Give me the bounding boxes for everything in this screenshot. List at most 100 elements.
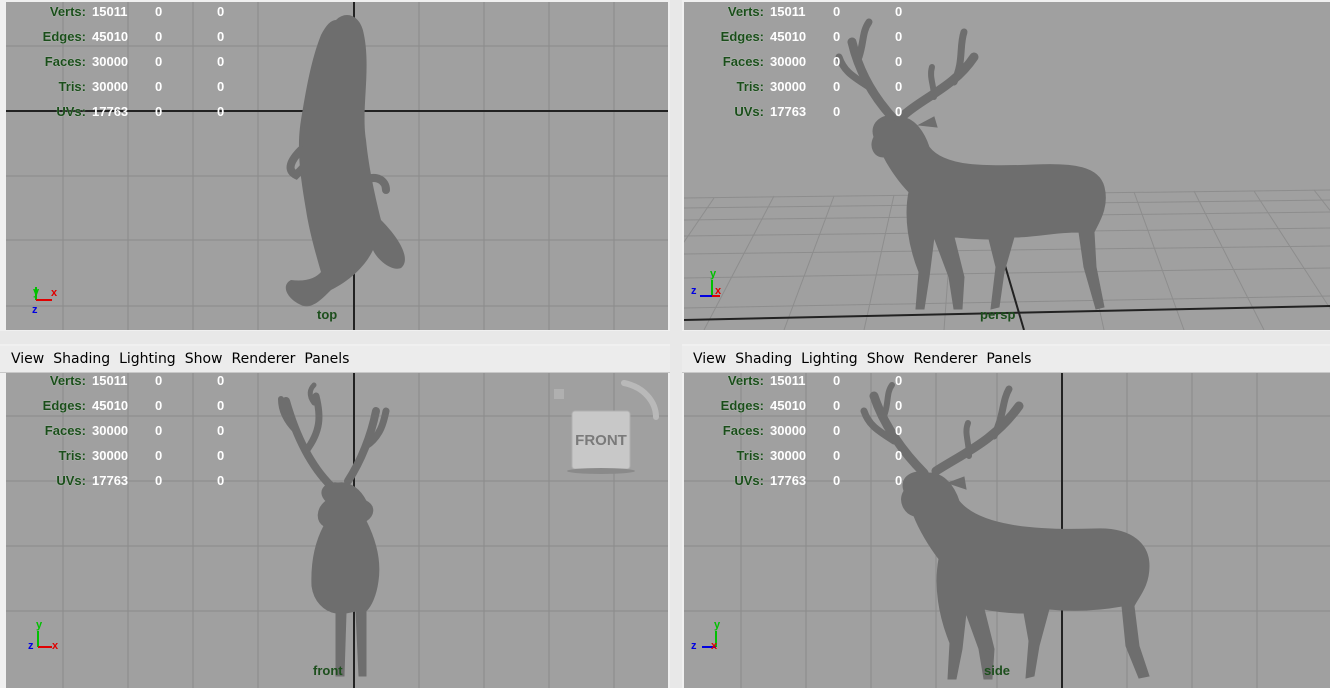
viewcube-face-label[interactable]: FRONT (575, 432, 627, 449)
viewport-side[interactable]: side y z x Verts: 15011 0 0 Edges: 45010 0 0 F… (684, 373, 1330, 688)
hud-uvs-selected: 0 (833, 473, 841, 488)
hud-label-verts: Verts: (727, 373, 764, 388)
hud-faces-selected: 0 (833, 423, 841, 438)
camera-label-side: side (984, 663, 1011, 678)
menu-shading[interactable]: Shading (53, 351, 110, 367)
axis-gizmo-front: y z x (28, 619, 59, 652)
hud-tris-component: 0 (217, 79, 225, 94)
hud-verts-selected: 0 (155, 4, 163, 19)
hud-label-faces: Faces: (44, 423, 86, 438)
hud-uvs-total: 17763 (92, 104, 129, 119)
hud-verts-selected: 0 (833, 373, 841, 388)
panel-menubar-side: View Shading Lighting Show Renderer Panels (682, 346, 1330, 373)
deer-model-side (860, 382, 1150, 680)
hud-uvs-selected: 0 (155, 473, 163, 488)
svg-text:y: y (710, 268, 717, 280)
svg-text:y: y (36, 619, 43, 631)
hud-label-edges: Edges: (720, 398, 764, 413)
hud-edges-selected: 0 (833, 29, 841, 44)
hud-verts-selected: 0 (155, 373, 163, 388)
axis-gizmo-side: y z x (691, 619, 721, 652)
menu-lighting[interactable]: Lighting (119, 351, 176, 367)
hud-faces-selected: 0 (155, 423, 163, 438)
hud-faces-selected: 0 (833, 54, 841, 69)
hud-faces-component: 0 (895, 423, 903, 438)
viewport-top[interactable]: top y x z Verts: 15011 0 0 Edges: 45010 0 0 Fa… (6, 2, 668, 330)
hud-edges-selected: 0 (833, 398, 841, 413)
hud-uvs-component: 0 (217, 473, 225, 488)
camera-label-front: front (313, 663, 343, 678)
svg-text:x: x (711, 640, 718, 652)
hud-edges-selected: 0 (155, 398, 163, 413)
menu-panels[interactable]: Panels (304, 351, 349, 367)
camera-label-persp: persp (980, 307, 1016, 322)
svg-text:x: x (715, 285, 722, 297)
hud-tris-component: 0 (895, 79, 903, 94)
hud-faces-component: 0 (217, 423, 225, 438)
hud-uvs-selected: 0 (155, 104, 163, 119)
svg-text:z: z (691, 640, 697, 652)
viewport-persp[interactable]: persp y z x Verts: 15011 0 0 Edges: 45010 0 0 … (684, 2, 1330, 330)
hud-uvs-component: 0 (895, 104, 903, 119)
hud-label-edges: Edges: (42, 29, 86, 44)
svg-text:z: z (28, 640, 34, 652)
hud-edges-total: 45010 (92, 29, 129, 44)
hud-label-uvs: UVs: (734, 104, 764, 119)
hud-tris-total: 30000 (770, 448, 807, 463)
hud-verts-component: 0 (895, 373, 903, 388)
axis-gizmo-top: y x z (32, 286, 58, 316)
pane-divider-horizontal[interactable] (0, 331, 1330, 344)
hud-faces-total: 30000 (770, 54, 807, 69)
menu-view[interactable]: View (693, 351, 726, 367)
hud-verts-total: 15011 (92, 4, 128, 19)
hud-uvs-component: 0 (217, 104, 225, 119)
hud-verts-total: 15011 (92, 373, 128, 388)
svg-text:y: y (33, 286, 40, 298)
menu-shading[interactable]: Shading (735, 351, 792, 367)
hud-label-verts: Verts: (49, 373, 86, 388)
hud-edges-component: 0 (217, 29, 225, 44)
hud-edges-component: 0 (217, 398, 225, 413)
hud-label-faces: Faces: (44, 54, 86, 69)
menu-show[interactable]: Show (185, 351, 223, 367)
hud-uvs-total: 17763 (770, 473, 807, 488)
menu-view[interactable]: View (11, 351, 44, 367)
hud-edges-total: 45010 (770, 398, 807, 413)
menu-panels[interactable]: Panels (986, 351, 1031, 367)
hud-label-tris: Tris: (58, 448, 86, 463)
hud-verts-selected: 0 (833, 4, 841, 19)
hud-tris-component: 0 (217, 448, 225, 463)
hud-label-tris: Tris: (58, 79, 86, 94)
hud-faces-component: 0 (217, 54, 225, 69)
menu-renderer[interactable]: Renderer (913, 351, 977, 367)
hud-tris-total: 30000 (92, 79, 129, 94)
hud-label-edges: Edges: (42, 398, 86, 413)
hud-edges-component: 0 (895, 398, 903, 413)
hud-uvs-component: 0 (895, 473, 903, 488)
viewcube[interactable]: FRONT (544, 377, 664, 477)
deer-model-top (285, 15, 405, 307)
hud-uvs-total: 17763 (770, 104, 807, 119)
hud-label-verts: Verts: (49, 4, 86, 19)
menu-lighting[interactable]: Lighting (801, 351, 858, 367)
deer-model-persp (835, 18, 1106, 310)
axis-gizmo-persp: y z x (691, 268, 722, 297)
menu-renderer[interactable]: Renderer (231, 351, 295, 367)
hud-tris-selected: 0 (155, 79, 163, 94)
hud-uvs-selected: 0 (833, 104, 841, 119)
hud-faces-total: 30000 (770, 423, 807, 438)
hud-verts-total: 15011 (770, 373, 806, 388)
menu-show[interactable]: Show (867, 351, 905, 367)
hud-edges-component: 0 (895, 29, 903, 44)
hud-verts-component: 0 (217, 4, 225, 19)
hud-label-faces: Faces: (722, 423, 764, 438)
hud-tris-total: 30000 (92, 448, 129, 463)
hud-verts-component: 0 (895, 4, 903, 19)
pane-divider-vertical[interactable] (670, 0, 682, 688)
hud-label-uvs: UVs: (734, 473, 764, 488)
viewport-front[interactable]: FRONT front y z x Verts: 15011 0 0 Edges: 45… (6, 373, 668, 688)
hud-label-edges: Edges: (720, 29, 764, 44)
hud-verts-component: 0 (217, 373, 225, 388)
hud-edges-total: 45010 (92, 398, 129, 413)
hud-edges-total: 45010 (770, 29, 807, 44)
